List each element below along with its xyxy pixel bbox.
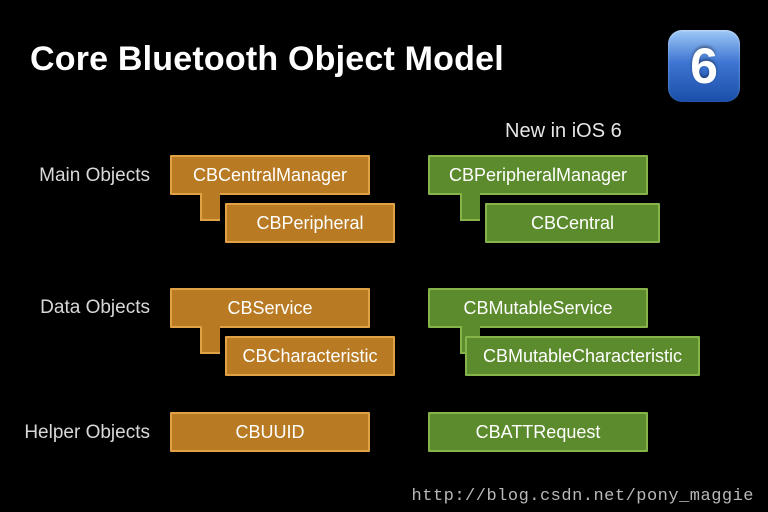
row-label-helper: Helper Objects [10, 422, 150, 444]
slide-title: Core Bluetooth Object Model [30, 40, 504, 79]
new-in-ios6-label: New in iOS 6 [505, 120, 622, 143]
connector-a-data [200, 326, 220, 354]
box-cbattrequest: CBATTRequest [428, 412, 648, 452]
box-cbperipheral: CBPeripheral [225, 203, 395, 243]
box-cbperipheralmanager: CBPeripheralManager [428, 155, 648, 195]
box-cbmutablecharacteristic: CBMutableCharacteristic [465, 336, 700, 376]
ios6-badge-icon: 6 [668, 30, 740, 102]
ios6-badge-text: 6 [690, 37, 718, 95]
box-cbcharacteristic: CBCharacteristic [225, 336, 395, 376]
connector-a-main [200, 193, 220, 221]
row-label-data: Data Objects [10, 297, 150, 319]
box-cbmutableservice: CBMutableService [428, 288, 648, 328]
box-cbcentral: CBCentral [485, 203, 660, 243]
box-cbuuid: CBUUID [170, 412, 370, 452]
box-cbservice: CBService [170, 288, 370, 328]
connector-b-main [460, 193, 480, 221]
watermark-url: http://blog.csdn.net/pony_maggie [412, 487, 754, 506]
box-cbcentralmanager: CBCentralManager [170, 155, 370, 195]
row-label-main: Main Objects [10, 165, 150, 187]
